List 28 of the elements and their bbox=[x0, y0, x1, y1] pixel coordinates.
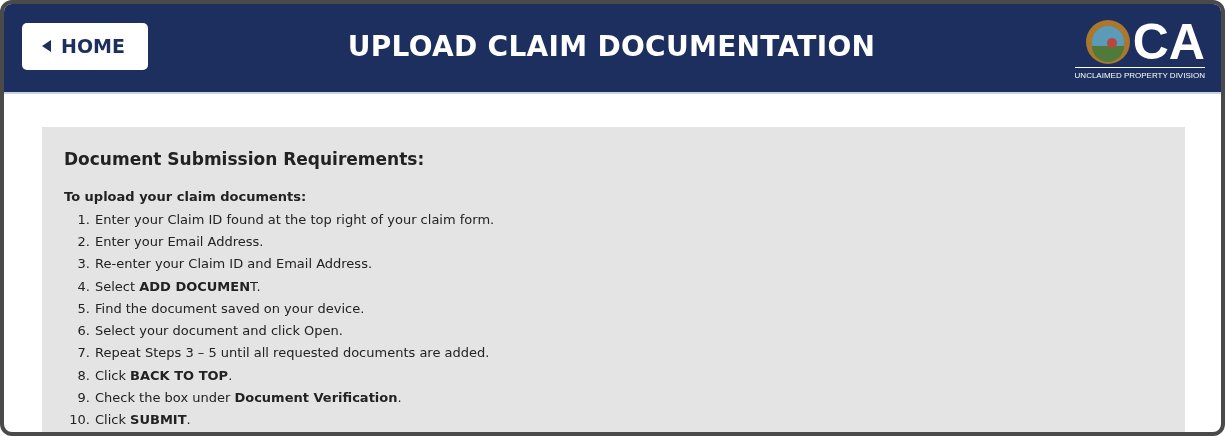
step-text: Check the box under Document Verification. bbox=[95, 390, 402, 405]
caret-icon bbox=[42, 40, 51, 52]
step-text: Enter your Claim ID found at the top right of your claim form. bbox=[95, 211, 495, 227]
step-number: 2. bbox=[76, 233, 91, 249]
intro-text: To upload your claim documents: bbox=[64, 189, 307, 204]
step-text: Find the document saved on your device. bbox=[95, 300, 365, 316]
step-number: 1. bbox=[76, 211, 91, 227]
step-text: Select ADD DOCUMENT. bbox=[95, 278, 261, 294]
step-text: Re-enter your Claim ID and Email Address. bbox=[95, 256, 373, 272]
step-number: 5. bbox=[76, 300, 91, 316]
step-number: 10. bbox=[68, 412, 91, 428]
step-number: 3. bbox=[76, 256, 91, 272]
panel-heading: Document Submission Requirements: bbox=[64, 149, 426, 169]
step-text: Click BACK TO TOP. bbox=[95, 367, 233, 383]
step-number: 4. bbox=[76, 278, 91, 294]
step-text: Select your document and click Open. bbox=[95, 323, 343, 339]
seal-icon bbox=[1084, 18, 1131, 65]
page-title: UPLOAD CLAIM DOCUMENTATION bbox=[347, 29, 876, 63]
step-number: 8. bbox=[76, 367, 91, 383]
step-number: 6. bbox=[76, 323, 91, 339]
step-number: 7. bbox=[76, 345, 91, 361]
logo-caption: UNCLAIMED PROPERTY DIVISION bbox=[1074, 66, 1205, 80]
home-button[interactable]: HOME bbox=[22, 22, 148, 70]
step-text: Click SUBMIT. bbox=[95, 412, 191, 428]
step-number: 9. bbox=[76, 390, 91, 405]
step-text: Enter your Email Address. bbox=[95, 233, 264, 249]
logo-text: CA bbox=[1132, 16, 1205, 67]
step-text: Repeat Steps 3 – 5 until all requested documents are added. bbox=[95, 345, 490, 361]
